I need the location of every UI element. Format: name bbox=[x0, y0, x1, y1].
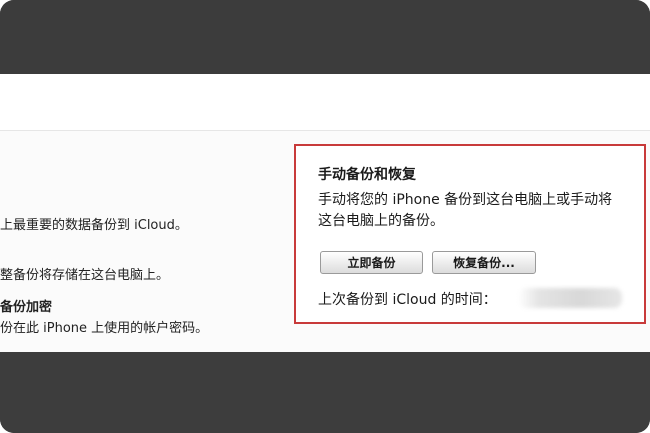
itunes-backup-pane: 上最重要的数据备份到 iCloud。 整备份将存储在这台电脑上。 备份加密 份在… bbox=[0, 74, 650, 352]
screenshot-frame: 上最重要的数据备份到 iCloud。 整备份将存储在这台电脑上。 备份加密 份在… bbox=[0, 0, 650, 433]
encrypt-backup-desc: 份在此 iPhone 上使用的帐户密码。 bbox=[0, 321, 209, 336]
manual-backup-desc-line2: 这台电脑上的备份。 bbox=[318, 213, 444, 229]
bottom-dark-bar bbox=[0, 352, 650, 433]
manual-backup-title: 手动备份和恢复 bbox=[318, 167, 416, 183]
backup-now-button[interactable]: 立即备份 bbox=[320, 251, 423, 274]
top-dark-bar bbox=[0, 0, 650, 74]
encrypt-backup-label[interactable]: 备份加密 bbox=[0, 296, 52, 315]
header-strip bbox=[0, 74, 650, 131]
manual-backup-section: 手动备份和恢复 手动将您的 iPhone 备份到这台电脑上或手动将 这台电脑上的… bbox=[294, 144, 646, 324]
icloud-backup-desc: 上最重要的数据备份到 iCloud。 bbox=[0, 218, 188, 233]
last-backup-label: 上次备份到 iCloud 的时间： bbox=[318, 292, 497, 308]
manual-backup-desc-line1: 手动将您的 iPhone 备份到这台电脑上或手动将 bbox=[318, 192, 613, 208]
redacted-timestamp bbox=[518, 288, 622, 308]
manual-backup-desc: 手动将您的 iPhone 备份到这台电脑上或手动将 这台电脑上的备份。 bbox=[318, 190, 612, 232]
local-backup-desc: 整备份将存储在这台电脑上。 bbox=[0, 268, 170, 283]
restore-backup-button[interactable]: 恢复备份... bbox=[432, 251, 536, 274]
